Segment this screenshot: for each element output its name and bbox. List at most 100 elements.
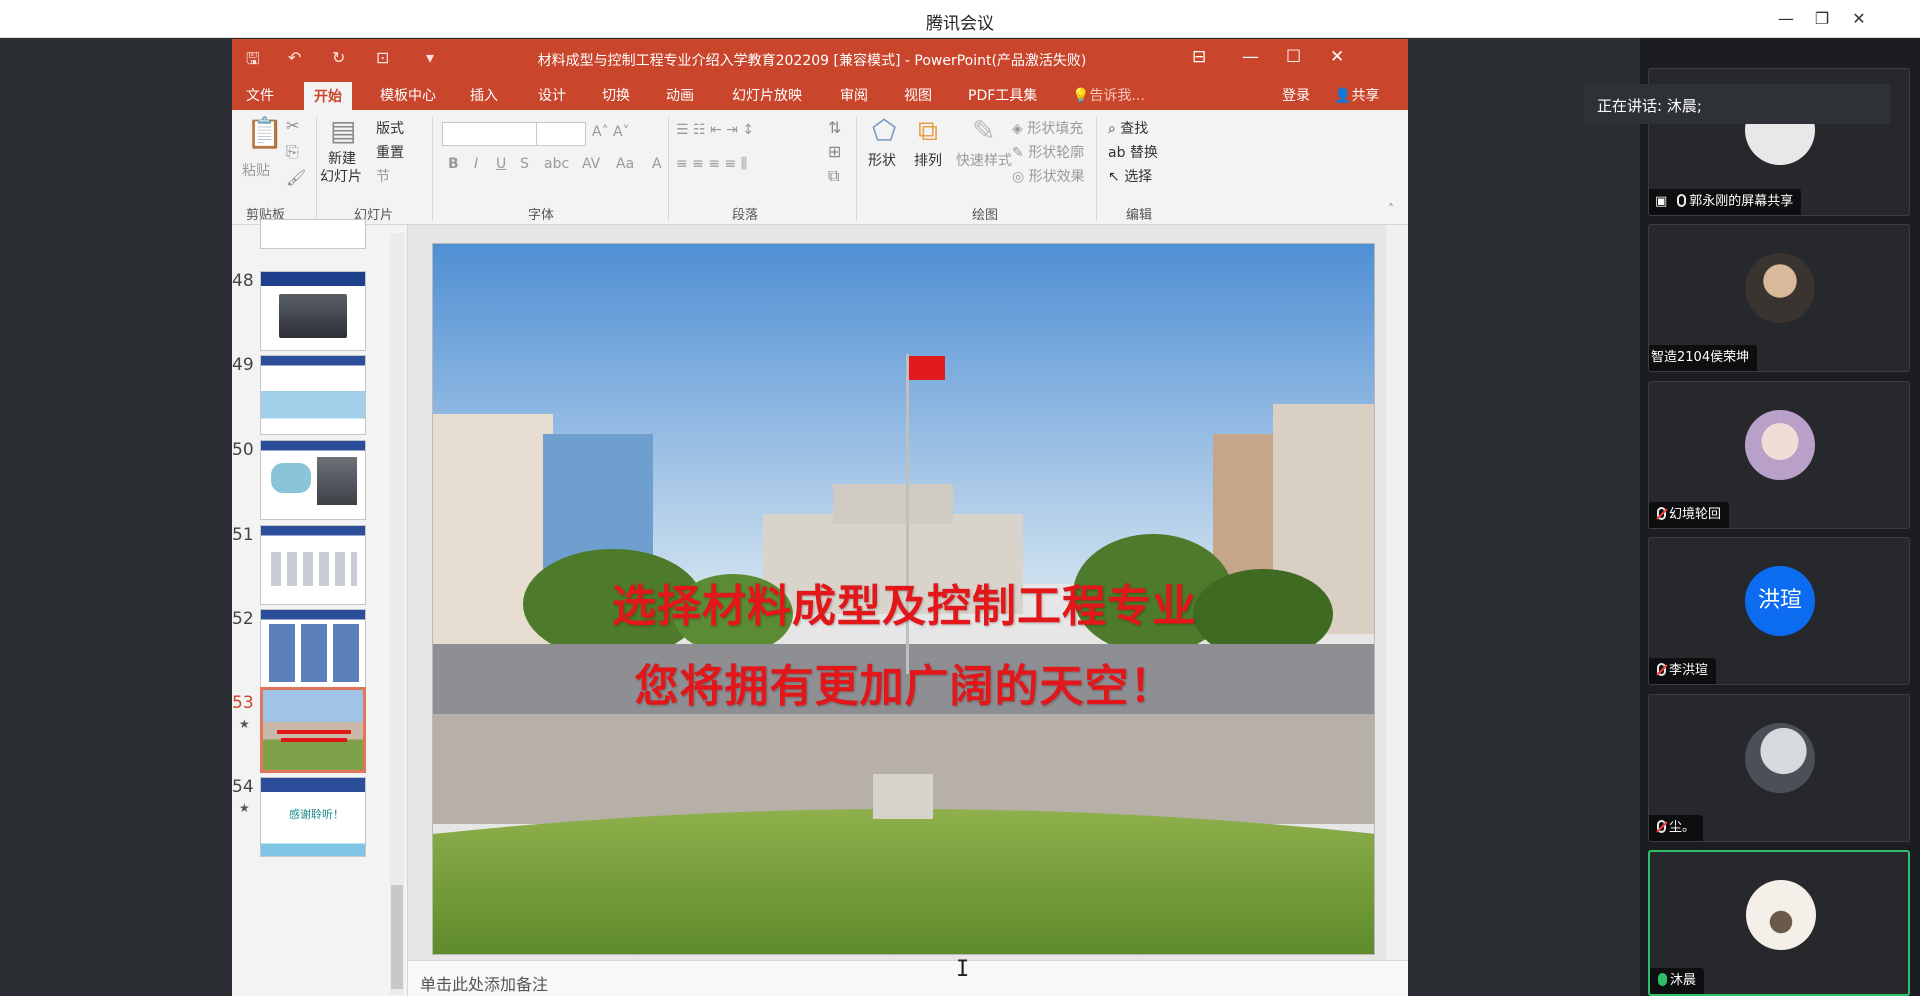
customize-qat-icon[interactable]: ▾	[426, 48, 434, 67]
participant-name: 智造2104侯荣坤	[1649, 345, 1758, 371]
current-slide[interactable]: 选择材料成型及控制工程专业 您将拥有更加广阔的天空！	[432, 243, 1375, 955]
cut-icon[interactable]: ✂	[286, 116, 299, 135]
replace-button[interactable]: ab 替换	[1108, 142, 1158, 162]
tab-view[interactable]: 视图	[904, 85, 932, 105]
slide-thumbnail[interactable]	[260, 355, 366, 435]
new-slide-button[interactable]: 新建	[328, 148, 356, 168]
person-icon: 👤	[1334, 88, 1352, 104]
thumbnail-scrollbar[interactable]	[390, 233, 404, 995]
slide-thumbnail[interactable]	[260, 271, 366, 351]
paste-button[interactable]: 粘贴	[242, 160, 270, 180]
strikethrough-icon[interactable]: abc	[544, 156, 569, 172]
present-icon[interactable]: ⊡	[376, 48, 389, 67]
group-divider	[316, 116, 317, 221]
ribbon-display-icon[interactable]: ⊟	[1192, 47, 1206, 67]
tab-template-center[interactable]: 模板中心	[380, 85, 436, 105]
tab-insert[interactable]: 插入	[470, 85, 498, 105]
share-button[interactable]: 👤共享	[1334, 85, 1379, 105]
animation-star-icon: ★	[239, 801, 250, 815]
tab-animations[interactable]: 动画	[666, 85, 694, 105]
participant-tile[interactable]: 幻境轮回	[1648, 381, 1910, 529]
avatar	[1745, 253, 1815, 323]
thumbnail-text: 感谢聆听！	[289, 808, 344, 821]
participant-name: 沐晨	[1650, 968, 1705, 994]
participant-tile[interactable]: 尘。	[1648, 694, 1910, 842]
shape-effects-button[interactable]: ◎ 形状效果	[1012, 166, 1085, 186]
quick-styles-icon[interactable]: ✎	[972, 114, 995, 147]
arrange-icon[interactable]: ⧉	[918, 114, 938, 148]
change-case-icon[interactable]: Aa	[616, 156, 634, 172]
slide-scrollbar[interactable]	[1386, 225, 1408, 960]
shapes-icon[interactable]: ⬠	[872, 114, 896, 147]
bold-icon[interactable]: B	[448, 156, 459, 172]
thumbnail-scroll-thumb[interactable]	[391, 885, 403, 989]
redo-icon[interactable]: ↻	[332, 48, 345, 67]
shape-outline-button[interactable]: ✎ 形状轮廓	[1012, 142, 1084, 162]
tab-slideshow[interactable]: 幻灯片放映	[732, 85, 802, 105]
ppt-maximize-icon[interactable]: ☐	[1286, 47, 1301, 67]
pointer-icon: ↖	[1108, 169, 1125, 185]
minimize-icon[interactable]: —	[1772, 6, 1800, 32]
login-link[interactable]: 登录	[1282, 85, 1310, 105]
copy-icon[interactable]: ⎘	[286, 142, 299, 162]
tab-home[interactable]: 开始	[304, 82, 352, 112]
font-grow-shrink-icon[interactable]: A˄ A˅	[592, 124, 630, 140]
mic-active-icon	[1658, 973, 1667, 986]
participant-tile[interactable]: 洪瑄 李洪瑄	[1648, 537, 1910, 685]
tab-pdf-tools[interactable]: PDF工具集	[968, 85, 1037, 105]
slide-thumbnail[interactable]	[260, 219, 366, 249]
slide-thumbnail-selected[interactable]	[260, 687, 366, 773]
bullets-icon[interactable]: ☰ ☷ ⇤ ⇥ ↕	[676, 122, 754, 138]
font-size-box[interactable]	[536, 122, 586, 146]
paste-icon[interactable]: 📋	[246, 116, 283, 151]
slide-thumbnail[interactable]	[260, 609, 366, 689]
lightbulb-icon: 💡	[1072, 88, 1090, 104]
animation-star-icon: ★	[239, 717, 250, 731]
collapse-ribbon-icon[interactable]: ˄	[1388, 202, 1394, 216]
slide-thumbnail[interactable]	[260, 440, 366, 520]
reset-button[interactable]: 重置	[376, 142, 404, 162]
section-button[interactable]: 节	[376, 166, 390, 186]
slide-number: 54	[232, 777, 254, 797]
avatar	[1746, 880, 1816, 950]
shape-fill-button[interactable]: ◈ 形状填充	[1012, 118, 1083, 138]
participant-tile-speaking[interactable]: 沐晨	[1648, 850, 1910, 996]
font-color-icon[interactable]: A	[652, 156, 662, 172]
effects-icon: ◎	[1012, 169, 1029, 185]
text-shadow-icon[interactable]: S	[520, 156, 529, 172]
arrange-button[interactable]: 排列	[914, 150, 942, 170]
tell-me-search[interactable]: 💡告诉我...	[1072, 85, 1145, 105]
restore-icon[interactable]: ❐	[1808, 6, 1836, 32]
quick-styles-button[interactable]: 快速样式	[956, 150, 1012, 170]
slide-thumbnail[interactable]: 感谢聆听！	[260, 777, 366, 857]
char-spacing-icon[interactable]: AV	[582, 156, 600, 172]
underline-icon[interactable]: U	[496, 156, 506, 172]
new-slide-button-line2[interactable]: 幻灯片	[320, 166, 362, 186]
ppt-minimize-icon[interactable]: —	[1242, 47, 1259, 67]
speaking-indicator: 正在讲话: 沐晨;	[1585, 84, 1890, 124]
italic-icon[interactable]: I	[474, 156, 478, 172]
slide-thumbnail[interactable]	[260, 525, 366, 605]
align-text-icon[interactable]: ⊞	[828, 142, 841, 161]
undo-icon[interactable]: ↶	[288, 48, 301, 67]
align-icons[interactable]: ≡ ≡ ≡ ≡ ⫼	[676, 156, 747, 172]
tab-review[interactable]: 审阅	[840, 85, 868, 105]
ppt-close-icon[interactable]: ✕	[1330, 47, 1344, 67]
tab-transitions[interactable]: 切换	[602, 85, 630, 105]
tab-file[interactable]: 文件	[246, 85, 274, 105]
select-button[interactable]: ↖ 选择	[1108, 166, 1152, 186]
text-direction-icon[interactable]: ⇅	[828, 118, 841, 137]
smartart-icon[interactable]: ⧉	[828, 166, 839, 186]
participant-name: ▣ 郭永刚的屏幕共享	[1649, 189, 1802, 215]
layout-button[interactable]: 版式	[376, 118, 404, 138]
participant-tile[interactable]: 智造2104侯荣坤	[1648, 224, 1910, 372]
save-icon[interactable]: 🖫	[246, 48, 260, 75]
format-painter-icon[interactable]: 🖌	[286, 168, 306, 187]
tab-design[interactable]: 设计	[538, 85, 566, 105]
find-button[interactable]: ⌕ 查找	[1108, 118, 1148, 138]
notes-pane[interactable]: 单击此处添加备注	[408, 960, 1408, 996]
shapes-button[interactable]: 形状	[868, 150, 896, 170]
new-slide-icon[interactable]: ▤	[330, 114, 356, 147]
close-icon[interactable]: ✕	[1845, 6, 1873, 32]
slide-number: 52	[232, 609, 254, 629]
